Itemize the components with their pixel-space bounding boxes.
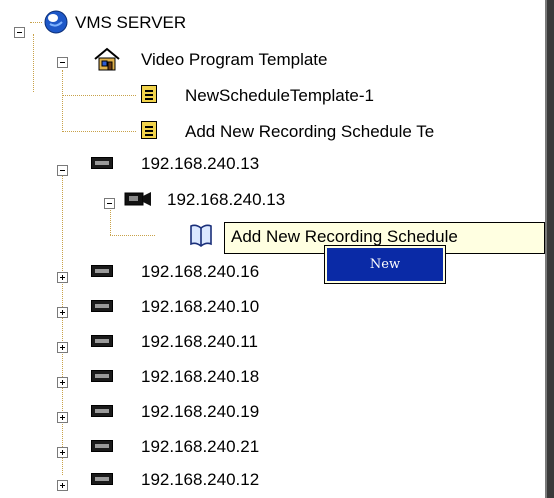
tooltip-text: Add New Recording Schedule bbox=[231, 227, 458, 246]
tree-node-label: 192.168.240.19 bbox=[141, 402, 260, 421]
server-icon bbox=[91, 300, 113, 312]
collapse-toggle-icon[interactable] bbox=[14, 27, 25, 38]
tree-node-label: 192.168.240.16 bbox=[141, 262, 260, 281]
tree-connector bbox=[110, 235, 155, 236]
tree-node-label: VMS SERVER bbox=[75, 13, 187, 32]
expand-toggle-icon[interactable] bbox=[57, 412, 68, 423]
tree-connector bbox=[62, 95, 136, 96]
tree-connector bbox=[33, 34, 34, 92]
globe-icon bbox=[44, 10, 68, 34]
tree-node-label: NewScheduleTemplate-1 bbox=[185, 86, 374, 105]
collapse-toggle-icon[interactable] bbox=[57, 57, 68, 68]
tree-connector bbox=[30, 22, 42, 23]
tree-node-label: 192.168.240.13 bbox=[167, 190, 286, 209]
server-icon bbox=[91, 370, 113, 382]
server-icon bbox=[91, 265, 113, 277]
tree-node-label: Add New Recording Schedule Te bbox=[185, 122, 435, 141]
server-icon bbox=[91, 440, 113, 452]
tree-node-label: 192.168.240.18 bbox=[141, 367, 260, 386]
menu-item-new[interactable]: New bbox=[327, 248, 443, 281]
tree-node-label: 192.168.240.10 bbox=[141, 297, 260, 316]
collapse-toggle-icon[interactable] bbox=[104, 198, 115, 209]
tree-node-label: 192.168.240.13 bbox=[141, 154, 260, 173]
schedule-document-icon bbox=[141, 121, 157, 139]
tree-connector bbox=[62, 170, 63, 475]
expand-toggle-icon[interactable] bbox=[57, 377, 68, 388]
tree-node-label: Video Program Template bbox=[141, 50, 328, 69]
house-icon bbox=[94, 47, 120, 71]
server-icon bbox=[91, 335, 113, 347]
tree-connector bbox=[62, 70, 63, 130]
context-menu: New bbox=[324, 245, 446, 284]
expand-toggle-icon[interactable] bbox=[57, 342, 68, 353]
server-icon bbox=[91, 157, 113, 169]
pane-splitter[interactable] bbox=[545, 0, 554, 498]
book-icon bbox=[190, 224, 212, 248]
collapse-toggle-icon[interactable] bbox=[57, 165, 68, 176]
tree-connector bbox=[110, 205, 111, 235]
server-icon bbox=[91, 405, 113, 417]
expand-toggle-icon[interactable] bbox=[57, 447, 68, 458]
expand-toggle-icon[interactable] bbox=[57, 480, 68, 491]
tree-node-label: 192.168.240.11 bbox=[141, 332, 258, 351]
expand-toggle-icon[interactable] bbox=[57, 272, 68, 283]
tree-connector bbox=[62, 131, 136, 132]
schedule-document-icon bbox=[141, 85, 157, 103]
camera-icon bbox=[124, 192, 151, 206]
tree-node-label: 192.168.240.21 bbox=[141, 437, 260, 456]
server-icon bbox=[91, 473, 113, 485]
expand-toggle-icon[interactable] bbox=[57, 307, 68, 318]
tree-node-label: 192.168.240.12 bbox=[141, 470, 260, 489]
